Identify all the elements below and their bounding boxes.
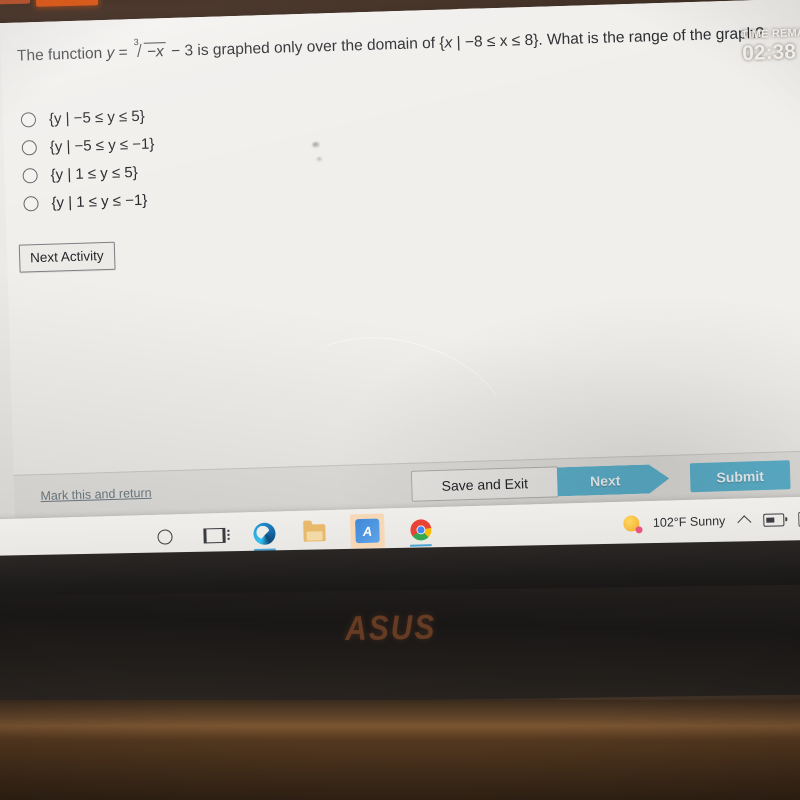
taskbar-edge-button[interactable]: [250, 518, 279, 552]
radio-button-d[interactable]: [23, 195, 39, 212]
file-explorer-icon: [303, 523, 326, 542]
cube-root-radical: 3 −x: [133, 37, 167, 62]
app-icon: A: [355, 518, 380, 544]
radio-button-a[interactable]: [20, 111, 37, 128]
option-b-label: {y | −5 ≤ y ≤ −1}: [49, 134, 155, 156]
running-indicator: [409, 543, 432, 547]
laptop-keyboard: f3f4f5⌨f6☉f7☒f8▭/▣f9⌧f10✖f11◂)f12◂)))pau…: [0, 700, 800, 800]
domain-body: | −8 ≤ x ≤ 8}.: [452, 31, 543, 52]
option-a-label: {y | −5 ≤ y ≤ 5}: [48, 107, 145, 128]
save-and-exit-button[interactable]: Save and Exit: [410, 466, 559, 502]
laptop-screen: The function y = 3 −x − 3 is graphed only…: [0, 0, 800, 524]
orange-reflection: [35, 0, 99, 7]
submit-button[interactable]: Submit: [689, 460, 791, 493]
time-remaining: TIME REMA 02:38: [741, 27, 800, 66]
sun-icon: [622, 515, 640, 532]
radio-button-c[interactable]: [22, 167, 38, 184]
time-remaining-value: 02:38: [741, 40, 797, 66]
edge-icon: [253, 522, 276, 546]
chrome-icon: [409, 518, 432, 541]
chevron-up-icon[interactable]: [737, 514, 752, 529]
search-icon: [156, 528, 173, 545]
radical-index: 3: [133, 36, 139, 48]
weather-text[interactable]: 102°F Sunny: [653, 514, 726, 530]
option-c-label: {y | 1 ≤ y ≤ 5}: [50, 163, 138, 184]
asus-brand-logo: ASUS: [344, 608, 437, 649]
radio-button-b[interactable]: [21, 139, 38, 156]
question-prefix: The function: [16, 44, 107, 65]
photograph-of-laptop-screen: TIME REMA 02:38 The function y = 3 −x − 3…: [0, 0, 800, 800]
system-tray: 102°F Sunny: [622, 496, 800, 545]
taskbar-chrome-button[interactable]: [406, 514, 435, 547]
quiz-content-area: [0, 0, 800, 475]
question-equation-tail: − 3: [166, 42, 194, 61]
task-view-icon: [203, 527, 226, 543]
next-button[interactable]: Next: [557, 464, 670, 496]
taskbar-search-button[interactable]: [150, 521, 179, 552]
taskbar-app-button[interactable]: A: [349, 513, 385, 549]
taskbar-task-view-button[interactable]: [200, 520, 229, 551]
battery-icon[interactable]: [763, 512, 785, 527]
answer-options: {y | −5 ≤ y ≤ 5} {y | −5 ≤ y ≤ −1} {y | …: [20, 94, 444, 219]
mark-this-and-return-link[interactable]: Mark this and return: [40, 486, 152, 503]
time-remaining-label: TIME REMA: [741, 26, 800, 42]
next-activity-button[interactable]: Next Activity: [18, 241, 116, 273]
taskbar-file-explorer-button[interactable]: [300, 517, 329, 548]
option-d-label: {y | 1 ≤ y ≤ −1}: [51, 191, 148, 212]
quiz-page: The function y = 3 −x − 3 is graphed only…: [0, 0, 800, 524]
question-equals: =: [114, 44, 133, 62]
orange-reflection-left: [0, 0, 31, 5]
